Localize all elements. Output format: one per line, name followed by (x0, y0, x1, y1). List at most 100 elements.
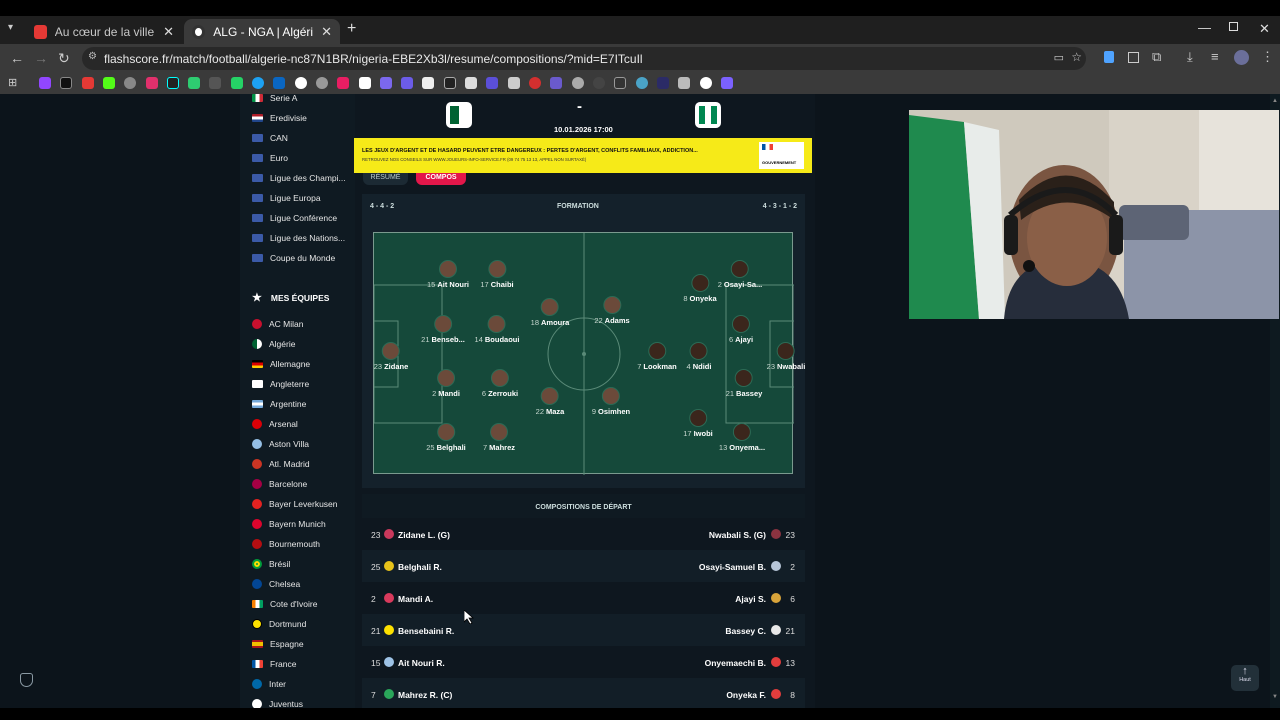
download-icon[interactable]: ⤓ (1187, 49, 1193, 65)
league-item-serie-a[interactable]: Serie A (252, 94, 297, 103)
league-item-world-cup[interactable]: Coupe du Monde (252, 253, 335, 263)
team-item[interactable]: Dortmund (252, 619, 306, 629)
home-player[interactable]: Belghali R. (398, 562, 442, 572)
back-to-top-button[interactable]: ↑ Haut (1231, 665, 1259, 691)
team-item[interactable]: Brésil (252, 559, 290, 569)
bookmark-icon[interactable] (700, 77, 712, 89)
extension-icon[interactable] (1128, 52, 1139, 63)
bookmark-icon[interactable] (657, 77, 669, 89)
pitch-player[interactable]: 15 Ait Nouri (427, 260, 469, 289)
bookmark-icon[interactable] (529, 77, 541, 89)
new-tab-button[interactable]: + (347, 20, 356, 38)
league-item-can[interactable]: CAN (252, 133, 288, 143)
pitch-player[interactable]: 22 Adams (594, 296, 630, 325)
bookmark-icon[interactable] (572, 77, 584, 89)
team-item[interactable]: Chelsea (252, 579, 300, 589)
pitch-player[interactable]: 2 Osayi-Sa... (718, 260, 762, 289)
team-item[interactable]: Espagne (252, 639, 304, 649)
away-player[interactable]: Onyeka F. (726, 690, 766, 700)
away-team-logo[interactable] (695, 102, 721, 128)
tab-list-chevron-icon[interactable]: ▾ (8, 22, 13, 33)
lineup-row[interactable]: 2 Mandi A. Ajayi S. 6 (362, 582, 805, 614)
pitch-player[interactable]: 8 Onyeka (683, 274, 717, 303)
lineup-row[interactable]: 15 Ait Nouri R. Onyemaechi B. 13 (362, 646, 805, 678)
pitch-player[interactable]: 21 Benseb... (421, 315, 465, 344)
url-field[interactable]: ⚙ flashscore.fr/match/football/algerie-n… (82, 47, 1086, 70)
pitch-player[interactable]: 23 Nwabali (767, 342, 805, 371)
away-player[interactable]: Onyemaechi B. (705, 658, 766, 668)
tab-resume[interactable]: RÉSUMÉ (363, 173, 408, 185)
bookmark-icon[interactable] (231, 77, 243, 89)
extensions-puzzle-icon[interactable]: ⧉ (1152, 49, 1161, 65)
bookmark-icon[interactable] (465, 77, 477, 89)
pitch-player[interactable]: 17 Chaibi (480, 260, 514, 289)
away-player[interactable]: Bassey C. (725, 626, 766, 636)
bookmark-icon[interactable] (273, 77, 285, 89)
bookmark-star-icon[interactable]: ☆ (1071, 50, 1082, 64)
bookmark-icon[interactable] (146, 77, 158, 89)
tab-2[interactable]: ALG - NGA | Algérie - Nigéria E ✕ (184, 19, 340, 44)
bookmark-icon[interactable] (103, 77, 115, 89)
league-item-ucl[interactable]: Ligue des Champi... (252, 173, 346, 183)
pitch-player[interactable]: 22 Maza (536, 387, 564, 416)
pitch-player[interactable]: 7 Mahrez (483, 423, 515, 452)
league-item-eredivisie[interactable]: Eredivisie (252, 113, 307, 123)
team-item[interactable]: Barcelone (252, 479, 307, 489)
bookmark-icon[interactable] (444, 77, 456, 89)
bookmark-icon[interactable] (486, 77, 498, 89)
pitch-player[interactable]: 6 Zerrouki (482, 369, 518, 398)
pitch-player[interactable]: 17 Iwobi (683, 409, 713, 438)
bookmark-icon[interactable] (295, 77, 307, 89)
bookmark-icon[interactable] (252, 77, 264, 89)
media-icon[interactable]: ≡ (1211, 49, 1219, 64)
bookmark-icon[interactable] (508, 77, 520, 89)
team-item[interactable]: Inter (252, 679, 286, 689)
pitch-player[interactable]: 9 Osimhen (592, 387, 630, 416)
bookmark-icon[interactable] (124, 77, 136, 89)
away-player[interactable]: Ajayi S. (735, 594, 766, 604)
away-player[interactable]: Osayi-Samuel B. (699, 562, 766, 572)
team-item[interactable]: Bayern Munich (252, 519, 326, 529)
bookmark-icon[interactable] (636, 77, 648, 89)
home-player[interactable]: Mandi A. (398, 594, 433, 604)
close-tab-icon[interactable]: ✕ (321, 24, 332, 40)
team-item[interactable]: Bayer Leverkusen (252, 499, 338, 509)
apps-grid-icon[interactable]: ⊞ (8, 76, 17, 89)
bookmark-icon[interactable] (316, 77, 328, 89)
team-item[interactable]: Cote d'Ivoire (252, 599, 317, 609)
pitch-player[interactable]: 25 Belghali (426, 423, 466, 452)
bookmark-icon[interactable] (82, 77, 94, 89)
forward-icon[interactable]: → (34, 50, 48, 66)
back-icon[interactable]: ← (10, 50, 24, 66)
install-icon[interactable]: ▭ (1054, 51, 1064, 64)
lineup-row[interactable]: 7 Mahrez R. (C) Onyeka F. 8 (362, 678, 805, 708)
team-item[interactable]: Argentine (252, 399, 306, 409)
minimize-icon[interactable]: — (1198, 20, 1211, 35)
bookmark-icon[interactable] (550, 77, 562, 89)
pitch-player[interactable]: 6 Ajayi (729, 315, 753, 344)
pitch-player[interactable]: 7 Lookman (637, 342, 677, 371)
bookmark-icon[interactable] (721, 77, 733, 89)
away-player[interactable]: Nwabali S. (G) (709, 530, 766, 540)
menu-icon[interactable]: ⋮ (1261, 49, 1274, 65)
team-item[interactable]: Aston Villa (252, 439, 309, 449)
league-item-euro[interactable]: Euro (252, 153, 288, 163)
home-player[interactable]: Mahrez R. (C) (398, 690, 452, 700)
team-item[interactable]: Algérie (252, 339, 295, 349)
lineup-row[interactable]: 25 Belghali R. Osayi-Samuel B. 2 (362, 550, 805, 582)
bookmark-icon[interactable] (209, 77, 221, 89)
team-item[interactable]: Angleterre (252, 379, 309, 389)
bookmark-icon[interactable] (422, 77, 434, 89)
lineup-row[interactable]: 23 Zidane L. (G) Nwabali S. (G) 23 (362, 518, 805, 550)
bookmark-icon[interactable] (401, 77, 413, 89)
pitch-player[interactable]: 21 Bassey (726, 369, 762, 398)
bookmark-icon[interactable] (359, 77, 371, 89)
team-item[interactable]: Bournemouth (252, 539, 320, 549)
team-item[interactable]: France (252, 659, 296, 669)
bookmark-icon[interactable] (614, 77, 626, 89)
close-window-icon[interactable]: ✕ (1259, 21, 1270, 37)
home-player[interactable]: Bensebaini R. (398, 626, 454, 636)
league-item-nations[interactable]: Ligue des Nations... (252, 233, 345, 243)
home-player[interactable]: Zidane L. (G) (398, 530, 450, 540)
bookmark-icon[interactable] (380, 77, 392, 89)
